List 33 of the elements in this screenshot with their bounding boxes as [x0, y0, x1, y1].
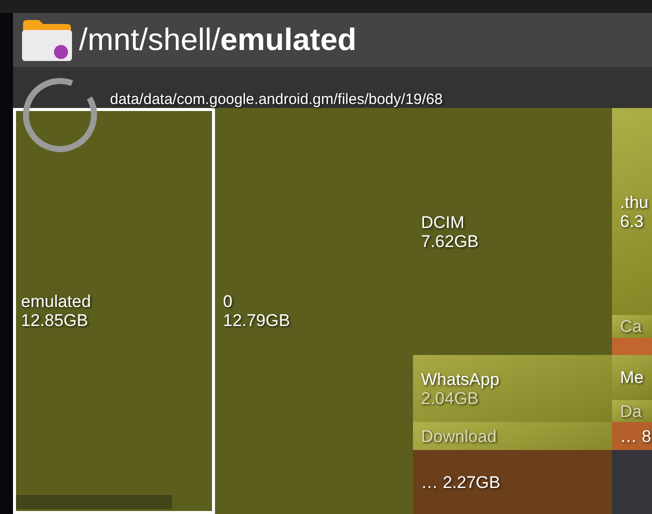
folder-name: .thu	[620, 192, 650, 212]
treemap-tile[interactable]	[612, 338, 652, 355]
folder-name: DCIM	[421, 212, 466, 232]
treemap-tile[interactable]: … 8	[612, 422, 652, 450]
folder-size: 12.79GB	[223, 311, 292, 330]
folder-name: emulated	[21, 292, 92, 311]
treemap-tile[interactable]: WhatsApp 2.04GB	[413, 355, 612, 422]
treemap-tile[interactable]: Da	[612, 400, 652, 422]
treemap-tile[interactable]: emulated 12.85GB	[13, 108, 215, 514]
treemap-tile[interactable]: Me	[612, 355, 652, 400]
treemap-tile[interactable]: .thu 6.3	[612, 108, 652, 315]
treemap-tile[interactable]	[16, 495, 172, 509]
treemap-tile[interactable]	[612, 450, 652, 514]
folder-name: 0	[223, 292, 234, 311]
treemap-tile[interactable]: … 2.27GB	[413, 450, 612, 514]
file-path-text: data/data/com.google.android.gm/files/body/19/68	[110, 91, 443, 108]
folder-icon	[21, 18, 73, 62]
folder-size: 2.04GB	[421, 388, 480, 408]
treemap-tile[interactable]: Ca	[612, 315, 652, 338]
folder-name: WhatsApp	[421, 370, 500, 388]
folder-name: Da	[620, 402, 643, 420]
folder-size: 6.3	[620, 212, 645, 230]
folder-size: 12.85GB	[21, 311, 90, 330]
folder-size: … 8	[620, 426, 652, 446]
treemap-tile[interactable]: Download	[413, 422, 612, 450]
window-title: /mnt/shell/emulated	[79, 22, 356, 58]
loading-spinner-icon	[22, 77, 98, 153]
folder-name: Me	[620, 368, 645, 387]
treemap-tile[interactable]: 0 12.79GB DCIM 7.62GB WhatsApp 2.04GB Download … 2.27GB	[215, 108, 612, 514]
folder-name: Ca	[620, 317, 643, 336]
folder-size: … 2.27GB	[421, 472, 502, 492]
folder-size: 7.62GB	[421, 232, 480, 250]
folder-name: Download	[421, 426, 498, 446]
